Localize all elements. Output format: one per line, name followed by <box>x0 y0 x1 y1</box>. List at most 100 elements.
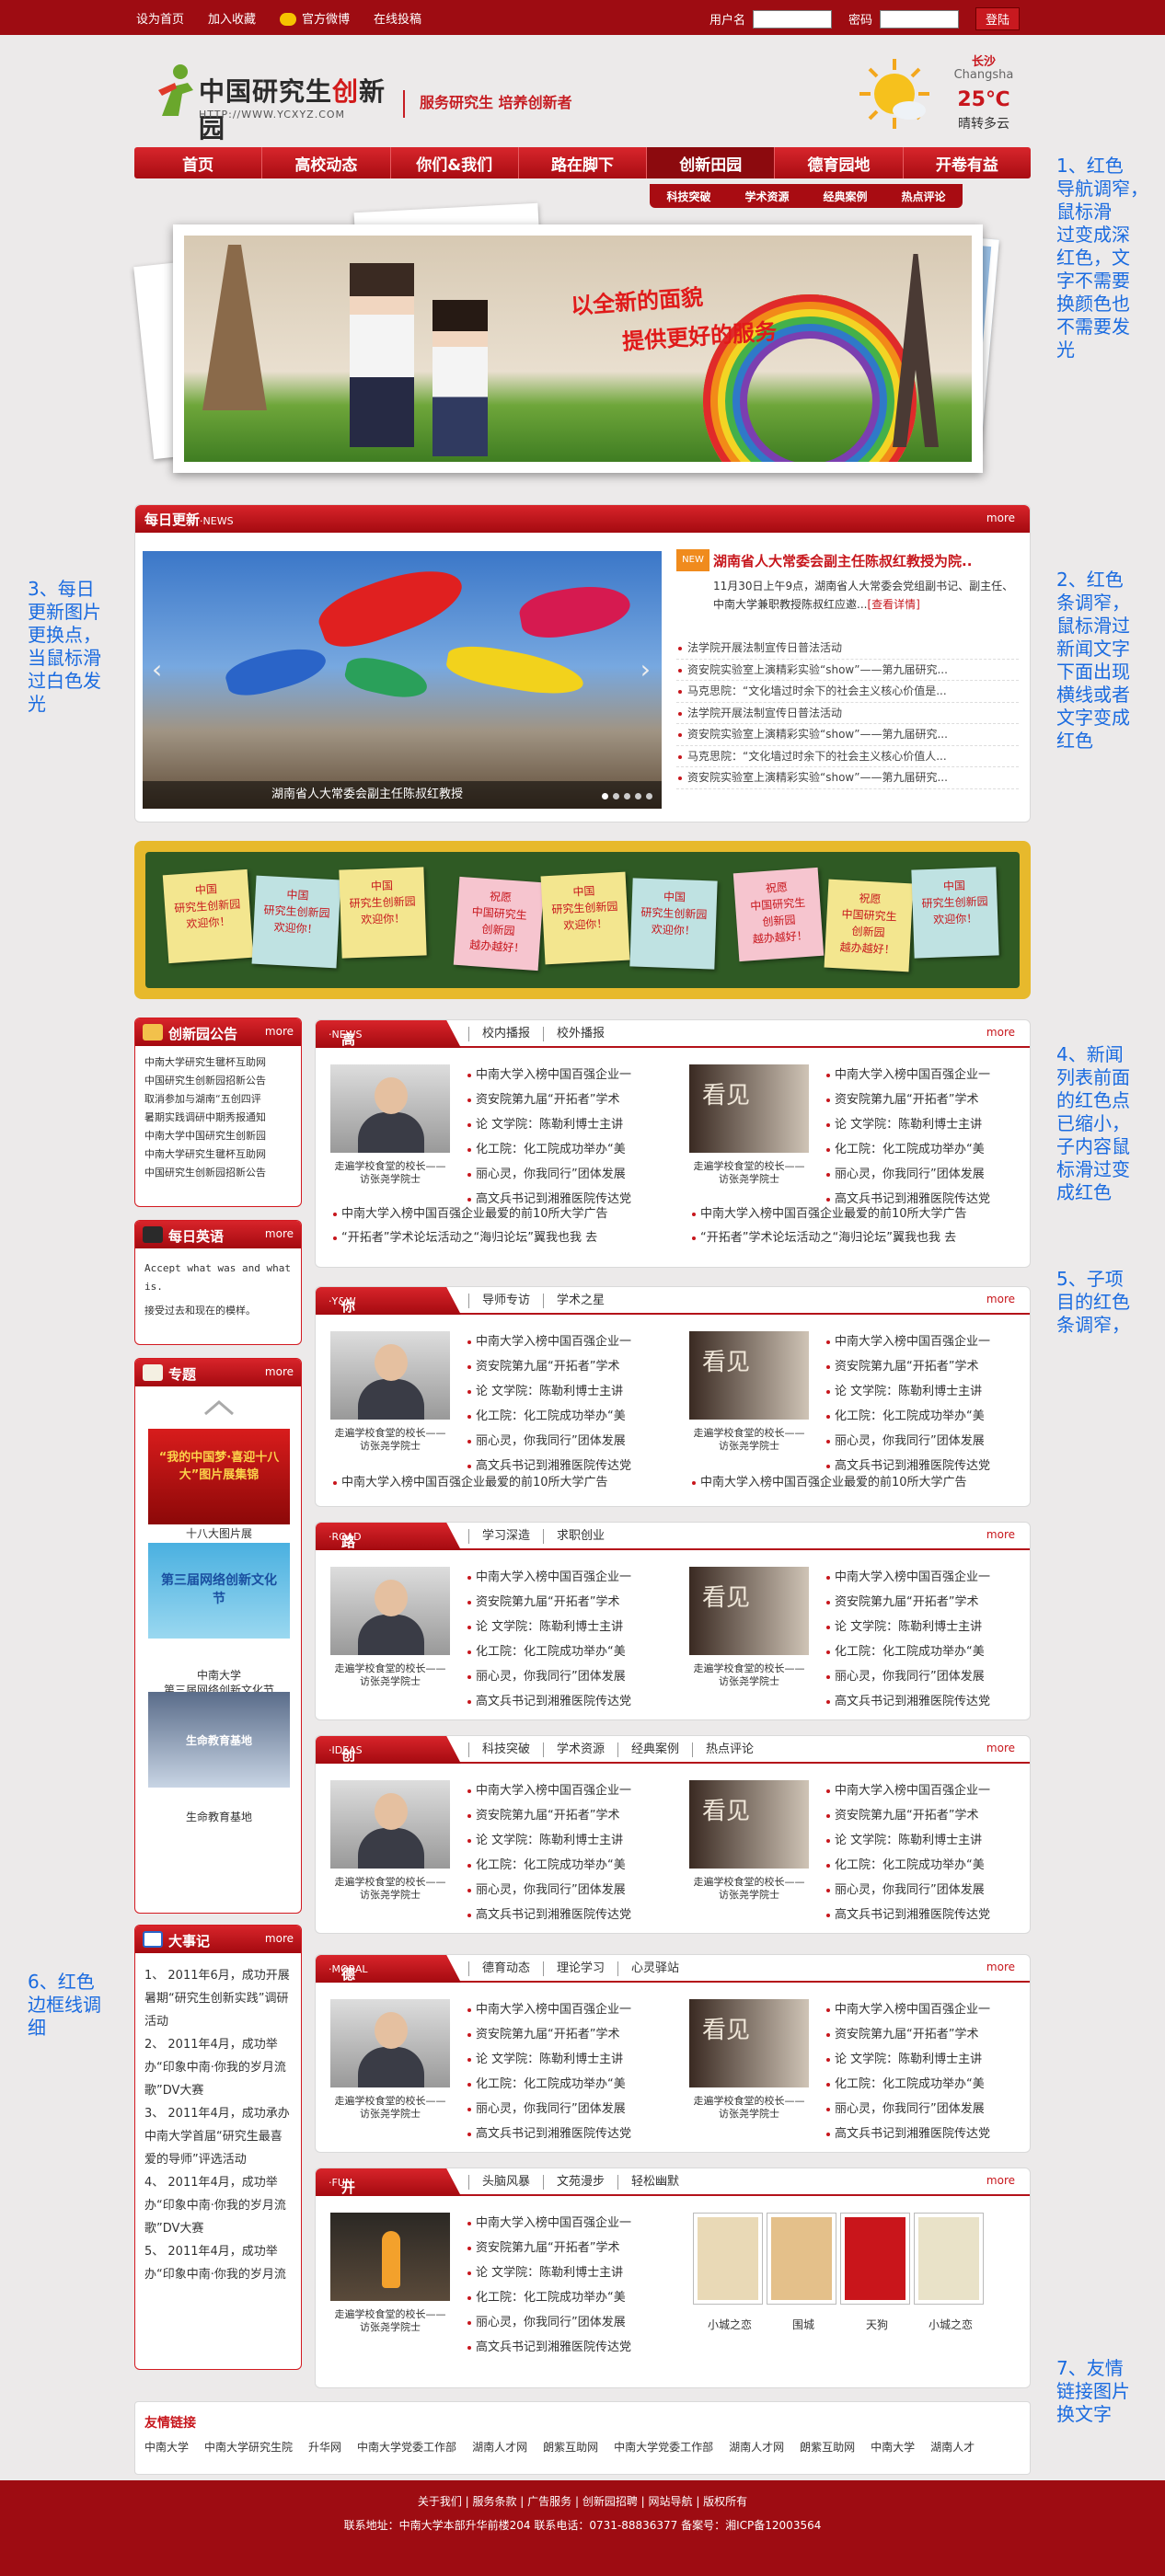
friend-link[interactable]: 升华网 <box>308 2439 341 2455</box>
list-item[interactable]: 中南大学入榜中国百强企业一 <box>467 1565 663 1590</box>
section-more-link[interactable]: more <box>986 1742 1015 1754</box>
section-more-link[interactable]: more <box>986 1293 1015 1305</box>
list-item[interactable]: 资安院第九届“开拓者”学术 <box>467 1087 663 1112</box>
news-photo[interactable] <box>330 1567 450 1655</box>
friend-link[interactable]: 中南大学 <box>871 2439 915 2455</box>
list-item[interactable]: 资安院实验室上演精彩实验“show”——第九届研究... <box>676 767 1019 789</box>
list-item[interactable]: 论 文学院：陈勒利博士主讲 <box>467 1828 663 1853</box>
list-item[interactable]: 论 文学院：陈勒利博士主讲 <box>467 2260 663 2285</box>
list-item[interactable]: 丽心灵，你我同行”团体发展 <box>825 1878 1022 1903</box>
password-input[interactable] <box>879 9 959 29</box>
news-photo-caption[interactable]: 走遍学校食堂的校长——访张尧学院士 <box>689 1427 809 1453</box>
book-cover[interactable]: 小城之恋 <box>914 2213 984 2331</box>
book-cover[interactable]: 天狗 <box>840 2213 910 2331</box>
list-item[interactable]: 中南大学入榜中国百强企业一 <box>825 1063 1022 1087</box>
headline-detail-link[interactable]: [查看详情] <box>867 598 919 611</box>
list-item[interactable]: 丽心灵，你我同行”团体发展 <box>467 1664 663 1689</box>
list-item[interactable]: 资安院第九届“开拓者”学术 <box>825 1590 1022 1615</box>
topic-item[interactable]: 第三届网络创新文化节 中南大学 第三届网络创新文化节 <box>148 1543 290 1696</box>
list-item[interactable]: 论 文学院：陈勒利博士主讲 <box>825 2047 1022 2072</box>
list-item[interactable]: 高文兵书记到湘雅医院传达党 <box>467 1689 663 1714</box>
slide-next-icon[interactable]: › <box>640 654 651 684</box>
list-item[interactable]: 丽心灵，你我同行”团体发展 <box>825 1429 1022 1454</box>
list-item[interactable]: 中南大学入榜中国百强企业一 <box>467 1778 663 1803</box>
subnav-item-resources[interactable]: 学术资源 <box>744 189 789 204</box>
subnav-item-tech[interactable]: 科技突破 <box>666 189 710 204</box>
section-tab[interactable]: 校内播报 <box>468 1027 543 1041</box>
list-item[interactable]: 中南大学入榜中国百强企业一 <box>825 1565 1022 1590</box>
username-input[interactable] <box>752 9 832 29</box>
list-item[interactable]: 高文兵书记到湘雅医院传达党 <box>467 1903 663 1927</box>
list-item[interactable]: 马克思院：“文化墙过时余下的社会主义核心价值是... <box>676 681 1019 703</box>
slide-dot[interactable] <box>646 793 652 799</box>
news-photo[interactable]: 看见 <box>689 1064 809 1153</box>
list-item[interactable]: 中南大学入榜中国百强企业最爱的前10所大学广告 <box>691 1471 1032 1495</box>
section-tab[interactable]: 校外播报 <box>543 1027 617 1041</box>
book-cover[interactable]: 小城之恋 <box>693 2213 763 2331</box>
list-item[interactable]: 高文兵书记到湘雅医院传达党 <box>467 2335 663 2360</box>
nav-item-home[interactable]: 首页 <box>134 147 263 178</box>
news-photo[interactable] <box>330 1780 450 1869</box>
nav-item-moral[interactable]: 德育园地 <box>775 147 904 178</box>
subnav-item-cases[interactable]: 经典案例 <box>823 189 867 204</box>
list-item[interactable]: 中南大学研究生毽杯互助网 <box>144 1145 294 1164</box>
list-item[interactable]: 丽心灵，你我同行”团体发展 <box>467 1429 663 1454</box>
list-item[interactable]: 资安院第九届“开拓者”学术 <box>825 1087 1022 1112</box>
nav-item-innovation[interactable]: 创新田园 <box>647 147 776 178</box>
list-item[interactable]: 论 文学院：陈勒利博士主讲 <box>825 1112 1022 1137</box>
section-tab[interactable]: 学术资源 <box>543 1742 617 1757</box>
list-item[interactable]: 马克思院：“文化墙过时余下的社会主义核心价值人... <box>676 746 1019 767</box>
section-tab[interactable]: 学习深造 <box>468 1529 543 1544</box>
section-tab[interactable]: 理论学习 <box>543 1961 617 1976</box>
section-tab[interactable]: 学术之星 <box>543 1294 617 1308</box>
list-item[interactable]: 化工院：化工院成功举办“美 <box>467 1639 663 1664</box>
list-item[interactable]: 丽心灵，你我同行”团体发展 <box>825 1664 1022 1689</box>
nav-item-you-and-us[interactable]: 你们&我们 <box>391 147 519 178</box>
list-item[interactable]: 化工院：化工院成功举办“美 <box>825 1137 1022 1162</box>
list-item[interactable]: 论 文学院：陈勒利博士主讲 <box>825 1615 1022 1639</box>
section-tab[interactable]: 德育动态 <box>468 1961 543 1976</box>
list-item[interactable]: 资安院第九届“开拓者”学术 <box>825 1354 1022 1379</box>
list-item[interactable]: 5、 2011年4月，成功举办“印象中南·你我的岁月流 <box>144 2240 294 2286</box>
daily-slideshow[interactable]: ‹ › 湖南省人大常委会副主任陈叔红教授 <box>143 551 662 809</box>
submit-article-link[interactable]: 在线投稿 <box>374 9 421 27</box>
list-item[interactable]: 论 文学院：陈勒利博士主讲 <box>467 1379 663 1404</box>
list-item[interactable]: 中南大学研究生毽杯互助网 <box>144 1053 294 1072</box>
list-item[interactable]: 资安院第九届“开拓者”学术 <box>467 2022 663 2047</box>
list-item[interactable]: 化工院：化工院成功举办“美 <box>825 1404 1022 1429</box>
list-item[interactable]: 化工院：化工院成功举办“美 <box>467 1853 663 1878</box>
list-item[interactable]: 化工院：化工院成功举办“美 <box>467 1404 663 1429</box>
section-tab[interactable]: 文苑漫步 <box>543 2175 617 2190</box>
list-item[interactable]: 化工院：化工院成功举办“美 <box>467 2285 663 2310</box>
topic-item[interactable]: “我的中国梦·喜迎十八大”图片展集锦 十八大图片展 <box>148 1429 290 1540</box>
list-item[interactable]: 资安院实验室上演精彩实验“show”——第九届研究... <box>676 660 1019 681</box>
list-item[interactable]: 高文兵书记到湘雅医院传达党 <box>825 1689 1022 1714</box>
add-favorite-link[interactable]: 加入收藏 <box>208 9 256 27</box>
list-item[interactable]: 暑期实践调研中期秀报通知 <box>144 1109 294 1127</box>
friend-link[interactable]: 朗紫互助网 <box>543 2439 598 2455</box>
list-item[interactable]: 中南大学入榜中国百强企业一 <box>467 1997 663 2022</box>
list-item[interactable]: 丽心灵，你我同行”团体发展 <box>825 2097 1022 2122</box>
list-item[interactable]: 中南大学入榜中国百强企业一 <box>825 1329 1022 1354</box>
login-button[interactable]: 登陆 <box>975 7 1020 30</box>
list-item[interactable]: 化工院：化工院成功举办“美 <box>825 1639 1022 1664</box>
list-item[interactable]: 中南大学入榜中国百强企业最爱的前10所大学广告 <box>332 1471 673 1495</box>
list-item[interactable]: 中国研究生创新园招新公告 <box>144 1072 294 1090</box>
slide-prev-icon[interactable]: ‹ <box>152 654 162 684</box>
list-item[interactable]: 丽心灵，你我同行”团体发展 <box>467 2097 663 2122</box>
news-photo-caption[interactable]: 走遍学校食堂的校长——访张尧学院士 <box>330 2095 450 2121</box>
book-cover[interactable]: 围城 <box>767 2213 836 2331</box>
section-more-link[interactable]: more <box>986 1961 1015 1973</box>
news-photo-caption[interactable]: 走遍学校食堂的校长——访张尧学院士 <box>330 2308 450 2334</box>
nav-item-reading[interactable]: 开卷有益 <box>904 147 1031 178</box>
topic-more-link[interactable]: more <box>265 1365 294 1378</box>
events-more-link[interactable]: more <box>265 1932 294 1945</box>
list-item[interactable]: 高文兵书记到湘雅医院传达党 <box>825 1903 1022 1927</box>
friend-link[interactable]: 朗紫互助网 <box>800 2439 855 2455</box>
list-item[interactable]: 中南大学入榜中国百强企业一 <box>467 1063 663 1087</box>
list-item[interactable]: 资安院第九届“开拓者”学术 <box>467 1803 663 1828</box>
section-tab[interactable]: 求职创业 <box>543 1529 617 1544</box>
list-item[interactable]: 中国研究生创新园招新公告 <box>144 1164 294 1182</box>
list-item[interactable]: “开拓者”学术论坛活动之“海归论坛”翼我也我 去 <box>332 1226 673 1250</box>
list-item[interactable]: 资安院第九届“开拓者”学术 <box>825 2022 1022 2047</box>
